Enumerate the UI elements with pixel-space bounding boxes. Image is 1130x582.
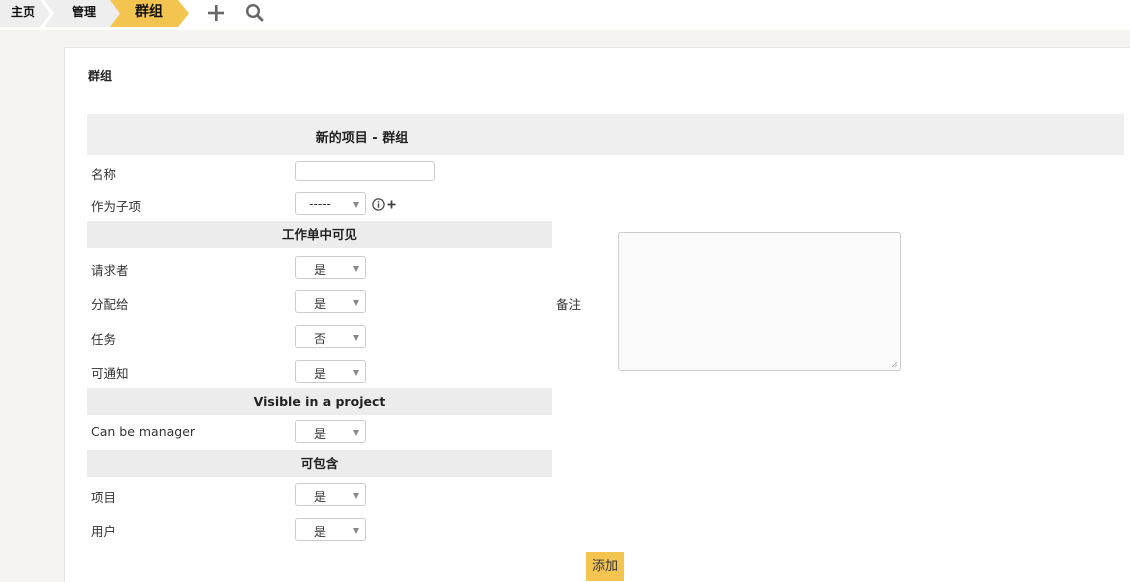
users-select[interactable]: 是 (295, 518, 366, 541)
notify-select[interactable]: 是 (295, 360, 366, 383)
chevron-down-icon (353, 300, 359, 306)
notes-textarea[interactable] (618, 232, 901, 371)
top-bar: 管理 主页 群组 (0, 0, 1130, 30)
plus-icon[interactable] (204, 2, 228, 24)
chevron-down-icon (353, 528, 359, 534)
items-select-value: 是 (313, 490, 326, 504)
breadcrumb-home[interactable]: 主页 (0, 0, 52, 27)
chevron-down-icon (353, 266, 359, 272)
chevron-down-icon (353, 370, 359, 376)
can-be-manager-label: Can be manager (91, 424, 196, 439)
section-visible-in-project: Visible in a project (87, 388, 552, 415)
name-label: 名称 (91, 167, 117, 182)
form-title: 新的项目 - 群组 (315, 131, 409, 146)
notify-select-value: 是 (313, 367, 326, 381)
section-can-contain: 可包含 (87, 450, 552, 477)
breadcrumb-home-label: 主页 (11, 5, 36, 19)
plus-small-icon[interactable] (386, 198, 397, 211)
notify-label: 可通知 (91, 366, 129, 381)
assignee-select-value: 是 (313, 297, 326, 311)
breadcrumb-current[interactable]: 群组 (110, 0, 192, 27)
users-label: 用户 (91, 524, 117, 539)
requester-select-value: 是 (313, 263, 326, 277)
form-header: 新的项目 - 群组 (87, 114, 1124, 155)
items-label: 项目 (91, 490, 117, 505)
notes-label: 备注 (556, 297, 582, 312)
add-button[interactable]: 添加 (586, 552, 624, 581)
page-title: 群组 (88, 69, 113, 83)
items-select[interactable]: 是 (295, 483, 366, 506)
breadcrumb-current-label: 群组 (135, 4, 163, 20)
task-select[interactable]: 否 (295, 325, 366, 348)
info-icon[interactable] (372, 198, 385, 211)
main-panel: 群组 新的项目 - 群组 名称 作为子项 ----- 工作单中可见 请求者 是 … (64, 47, 1130, 582)
parent-label: 作为子项 (91, 199, 142, 214)
chevron-down-icon (353, 335, 359, 341)
chevron-down-icon (353, 430, 359, 436)
name-input[interactable] (295, 161, 435, 181)
assignee-select[interactable]: 是 (295, 290, 366, 313)
requester-label: 请求者 (91, 263, 129, 278)
section-visible-in-ticket: 工作单中可见 (87, 221, 552, 248)
task-label: 任务 (91, 332, 117, 347)
can-be-manager-select[interactable]: 是 (295, 420, 366, 443)
breadcrumb-manage-label: 管理 (72, 5, 97, 19)
task-select-value: 否 (313, 332, 326, 346)
parent-select[interactable]: ----- (295, 192, 366, 215)
resize-grip-icon[interactable] (891, 361, 898, 368)
can-be-manager-select-value: 是 (313, 427, 326, 441)
chevron-down-icon (353, 202, 359, 208)
requester-select[interactable]: 是 (295, 256, 366, 279)
users-select-value: 是 (313, 525, 326, 539)
chevron-down-icon (353, 493, 359, 499)
parent-select-value: ----- (309, 197, 331, 211)
assignee-label: 分配给 (91, 297, 129, 312)
search-icon[interactable] (243, 2, 267, 24)
